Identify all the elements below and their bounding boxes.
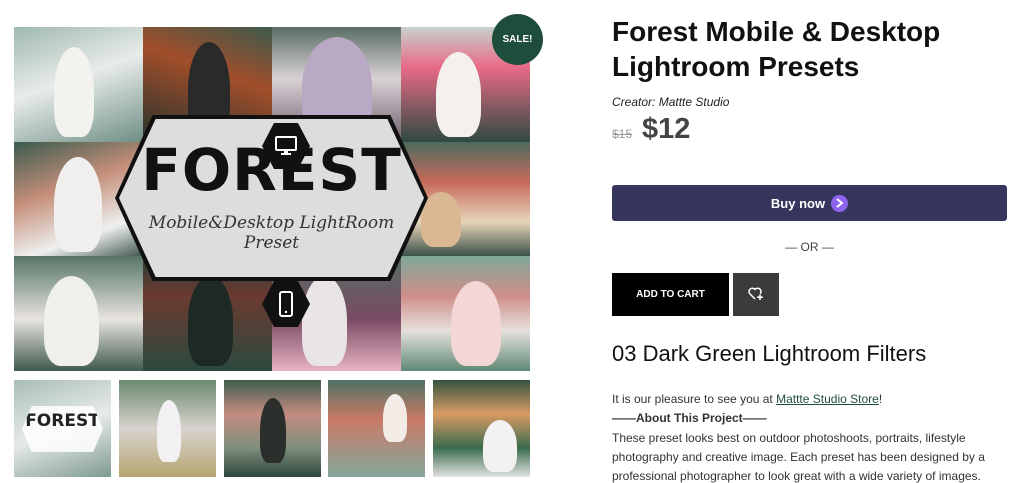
thumbnail-3[interactable] (223, 380, 321, 477)
product-subtitle: 03 Dark Green Lightroom Filters (612, 341, 927, 366)
creator-line: Creator: Mattte Studio (612, 95, 729, 109)
collage-photo (14, 256, 143, 371)
original-price: $15 (612, 127, 633, 141)
product-description: It is our pleasure to see you at Mattte … (612, 390, 1012, 483)
add-to-cart-button[interactable]: ADD TO CART (612, 273, 729, 316)
chevron-right-icon (831, 194, 849, 212)
buy-now-button[interactable]: Buy now (612, 185, 1007, 221)
thumbnail-strip: FOREST (14, 380, 530, 477)
thumbnail-1[interactable]: FOREST (14, 380, 111, 477)
creator-label: Creator: (612, 95, 656, 109)
store-link[interactable]: Mattte Studio Store (776, 392, 879, 406)
or-divider: — OR — (785, 240, 834, 254)
about-heading: ——About This Project—— (612, 411, 767, 426)
sale-badge: SALE! (492, 14, 543, 65)
description-body: These preset looks best on outdoor photo… (612, 430, 985, 483)
heart-plus-icon (748, 286, 764, 304)
thumbnail-4[interactable] (328, 380, 426, 477)
main-product-image[interactable]: FOREST Mobile&Desktop LightRoom Preset (14, 27, 530, 371)
creator-name[interactable]: Mattte Studio (659, 95, 730, 109)
collage-photo (14, 27, 143, 142)
wishlist-button[interactable] (733, 273, 779, 316)
buy-now-label: Buy now (770, 195, 826, 211)
sale-price: $12 (642, 113, 691, 145)
collage-photo (401, 256, 530, 371)
price-row: $15 $12 (612, 113, 690, 146)
intro-line: It is our pleasure to see you at Mattte … (612, 392, 883, 406)
brand-subtitle: Mobile&Desktop LightRoom Preset (148, 213, 395, 253)
thumbnail-brand-label: FOREST (22, 406, 103, 452)
thumbnail-2[interactable] (118, 380, 216, 477)
thumbnail-5[interactable] (433, 380, 530, 477)
product-title: Forest Mobile & Desktop Lightroom Preset… (612, 16, 941, 82)
